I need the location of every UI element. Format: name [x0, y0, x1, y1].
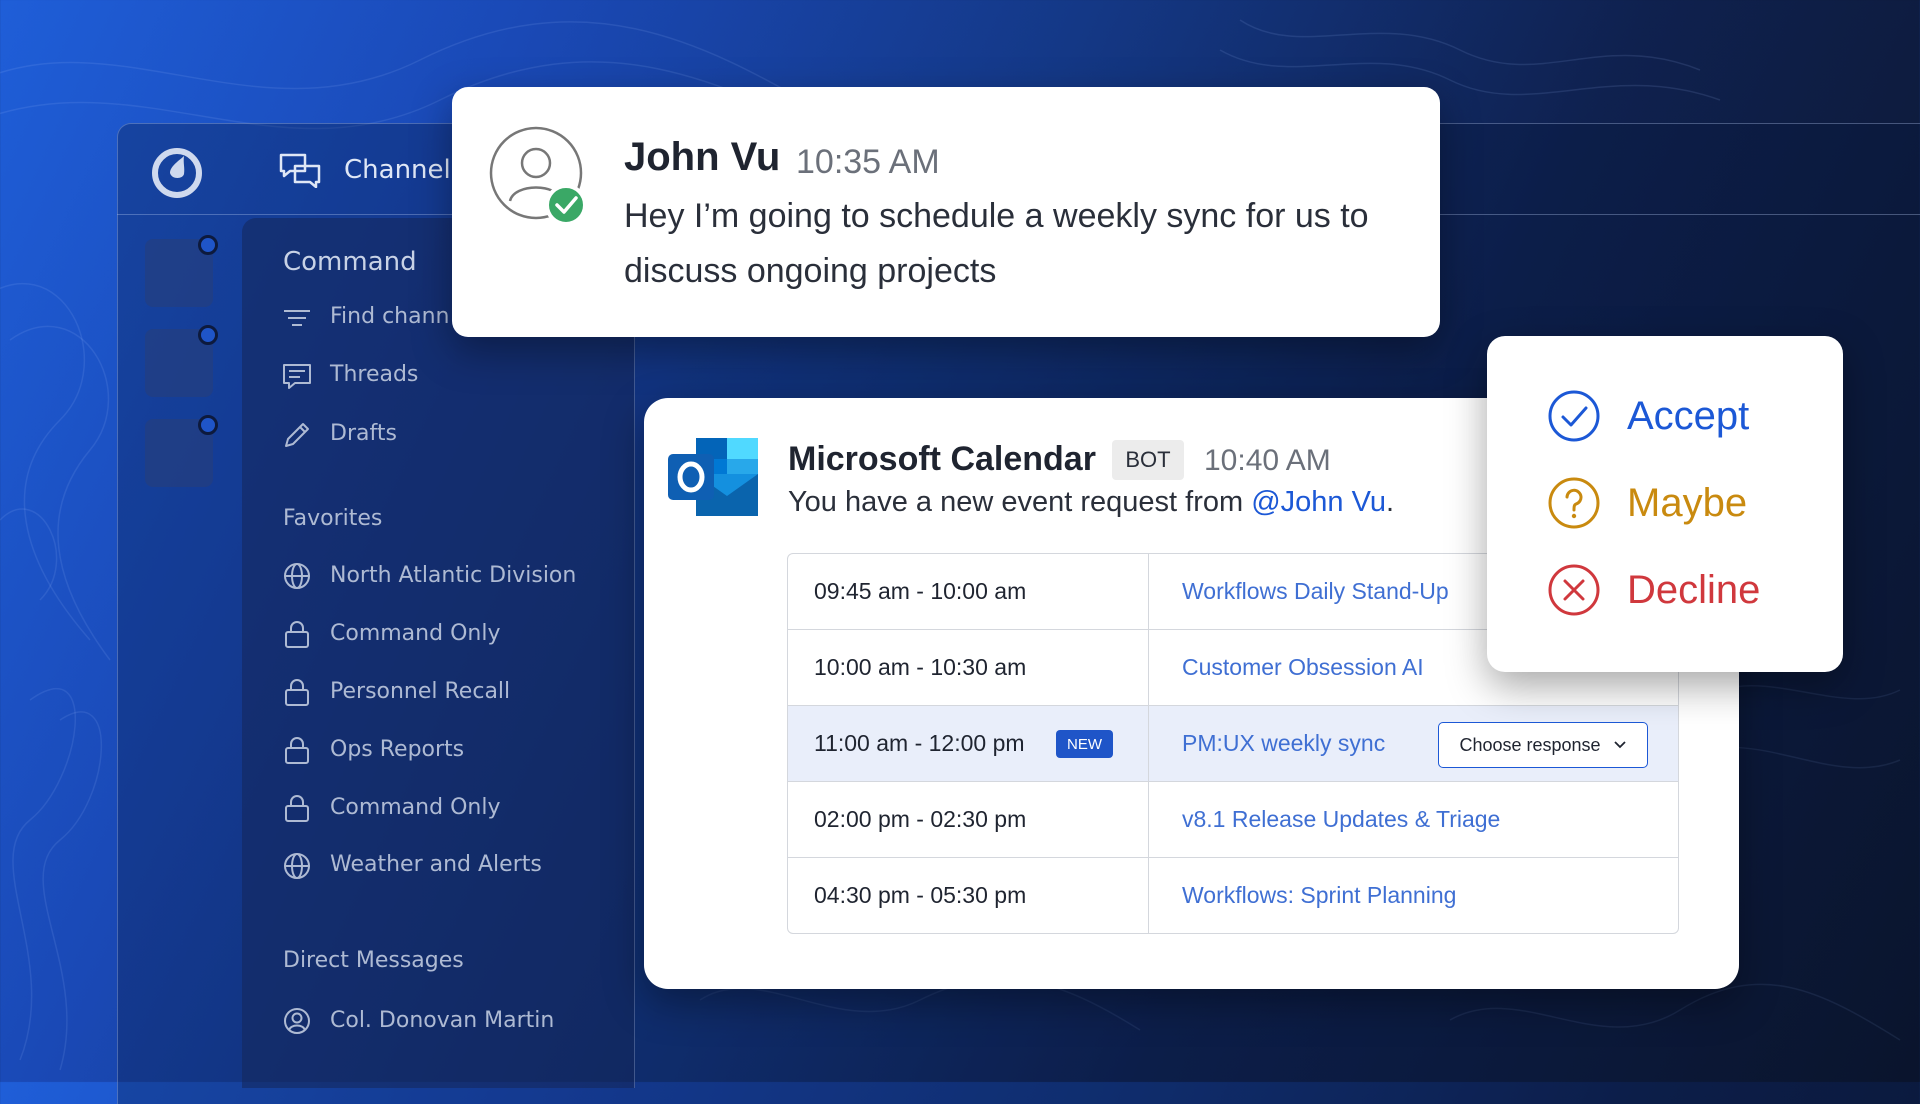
check-circle-icon [1548, 390, 1600, 442]
message-time: 10:35 AM [796, 143, 940, 181]
unread-dot [198, 415, 218, 435]
table-row: 04:30 pm - 05:30 pm Workflows: Sprint Pl… [788, 858, 1678, 933]
bot-name[interactable]: Microsoft Calendar [788, 440, 1096, 479]
question-circle-icon [1548, 477, 1600, 529]
team-name: Command [283, 247, 417, 277]
unread-dot [198, 235, 218, 255]
dm-item[interactable]: Col. Donovan Martin [330, 1008, 554, 1033]
event-time: 10:00 am - 10:30 am [814, 654, 1027, 680]
chevron-down-icon [1613, 741, 1626, 749]
message-card: John Vu 10:35 AM Hey I’m going to schedu… [452, 87, 1440, 337]
drafts-item[interactable]: Drafts [330, 421, 397, 446]
event-name[interactable]: PM:UX weekly sync [1182, 706, 1385, 781]
app-logo-icon [152, 148, 202, 198]
event-time: 09:45 am - 10:00 am [814, 578, 1027, 604]
globe-icon [284, 563, 310, 589]
lock-icon [285, 621, 309, 648]
event-name[interactable]: Workflows Daily Stand-Up [1182, 554, 1449, 629]
channel-item[interactable]: Ops Reports [330, 737, 464, 762]
filter-icon [284, 310, 310, 326]
favorites-heading: Favorites [283, 506, 383, 531]
bot-badge: BOT [1112, 440, 1184, 480]
event-name[interactable]: Workflows: Sprint Planning [1182, 858, 1456, 933]
maybe-label: Maybe [1627, 480, 1748, 525]
decline-option[interactable]: Decline [1547, 560, 1760, 620]
user-icon [284, 1008, 310, 1034]
event-time: 04:30 pm - 05:30 pm [814, 882, 1027, 908]
message-author[interactable]: John Vu [624, 135, 780, 180]
message-body: Hey I’m going to schedule a weekly sync … [624, 197, 1369, 290]
column-divider [1148, 554, 1149, 933]
choose-response-dropdown[interactable]: Choose response [1438, 722, 1648, 768]
channels-label: Channels [344, 155, 465, 185]
pencil-icon [285, 423, 309, 447]
table-row: 02:00 pm - 02:30 pm v8.1 Release Updates… [788, 782, 1678, 858]
lock-icon [285, 679, 309, 706]
event-request-text: You have a new event request from @John … [788, 486, 1395, 518]
channel-item[interactable]: Command Only [330, 621, 500, 646]
outlook-logo-icon [668, 438, 758, 516]
accept-label: Accept [1627, 393, 1750, 438]
maybe-option[interactable]: Maybe [1547, 473, 1747, 533]
direct-messages-heading: Direct Messages [283, 948, 464, 973]
response-menu: Accept Maybe Decline [1487, 336, 1843, 672]
lock-icon [285, 795, 309, 822]
event-name[interactable]: v8.1 Release Updates & Triage [1182, 782, 1500, 857]
decline-label: Decline [1627, 567, 1761, 612]
unread-dot [198, 325, 218, 345]
chat-bubbles-icon [279, 153, 321, 188]
accept-option[interactable]: Accept [1547, 386, 1749, 446]
dropdown-label: Choose response [1459, 734, 1601, 755]
avatar [489, 126, 587, 226]
find-channels-item[interactable]: Find channels [330, 304, 450, 329]
channel-item[interactable]: Personnel Recall [330, 679, 510, 704]
channel-item[interactable]: North Atlantic Division [330, 563, 576, 588]
channel-item[interactable]: Command Only [330, 795, 500, 820]
bot-message-time: 10:40 AM [1204, 444, 1331, 477]
channels-switcher[interactable]: Channels [278, 152, 464, 188]
lock-icon [285, 737, 309, 764]
event-name[interactable]: Customer Obsession AI [1182, 630, 1424, 705]
x-circle-icon [1548, 564, 1600, 616]
threads-icon [283, 364, 311, 389]
channel-item[interactable]: Weather and Alerts [330, 852, 542, 877]
globe-icon [284, 853, 310, 879]
new-badge: NEW [1056, 730, 1113, 758]
threads-item[interactable]: Threads [330, 362, 418, 387]
event-time: 11:00 am - 12:00 pm [814, 730, 1025, 756]
event-time: 02:00 pm - 02:30 pm [814, 806, 1027, 832]
user-mention[interactable]: @John Vu [1251, 486, 1386, 518]
